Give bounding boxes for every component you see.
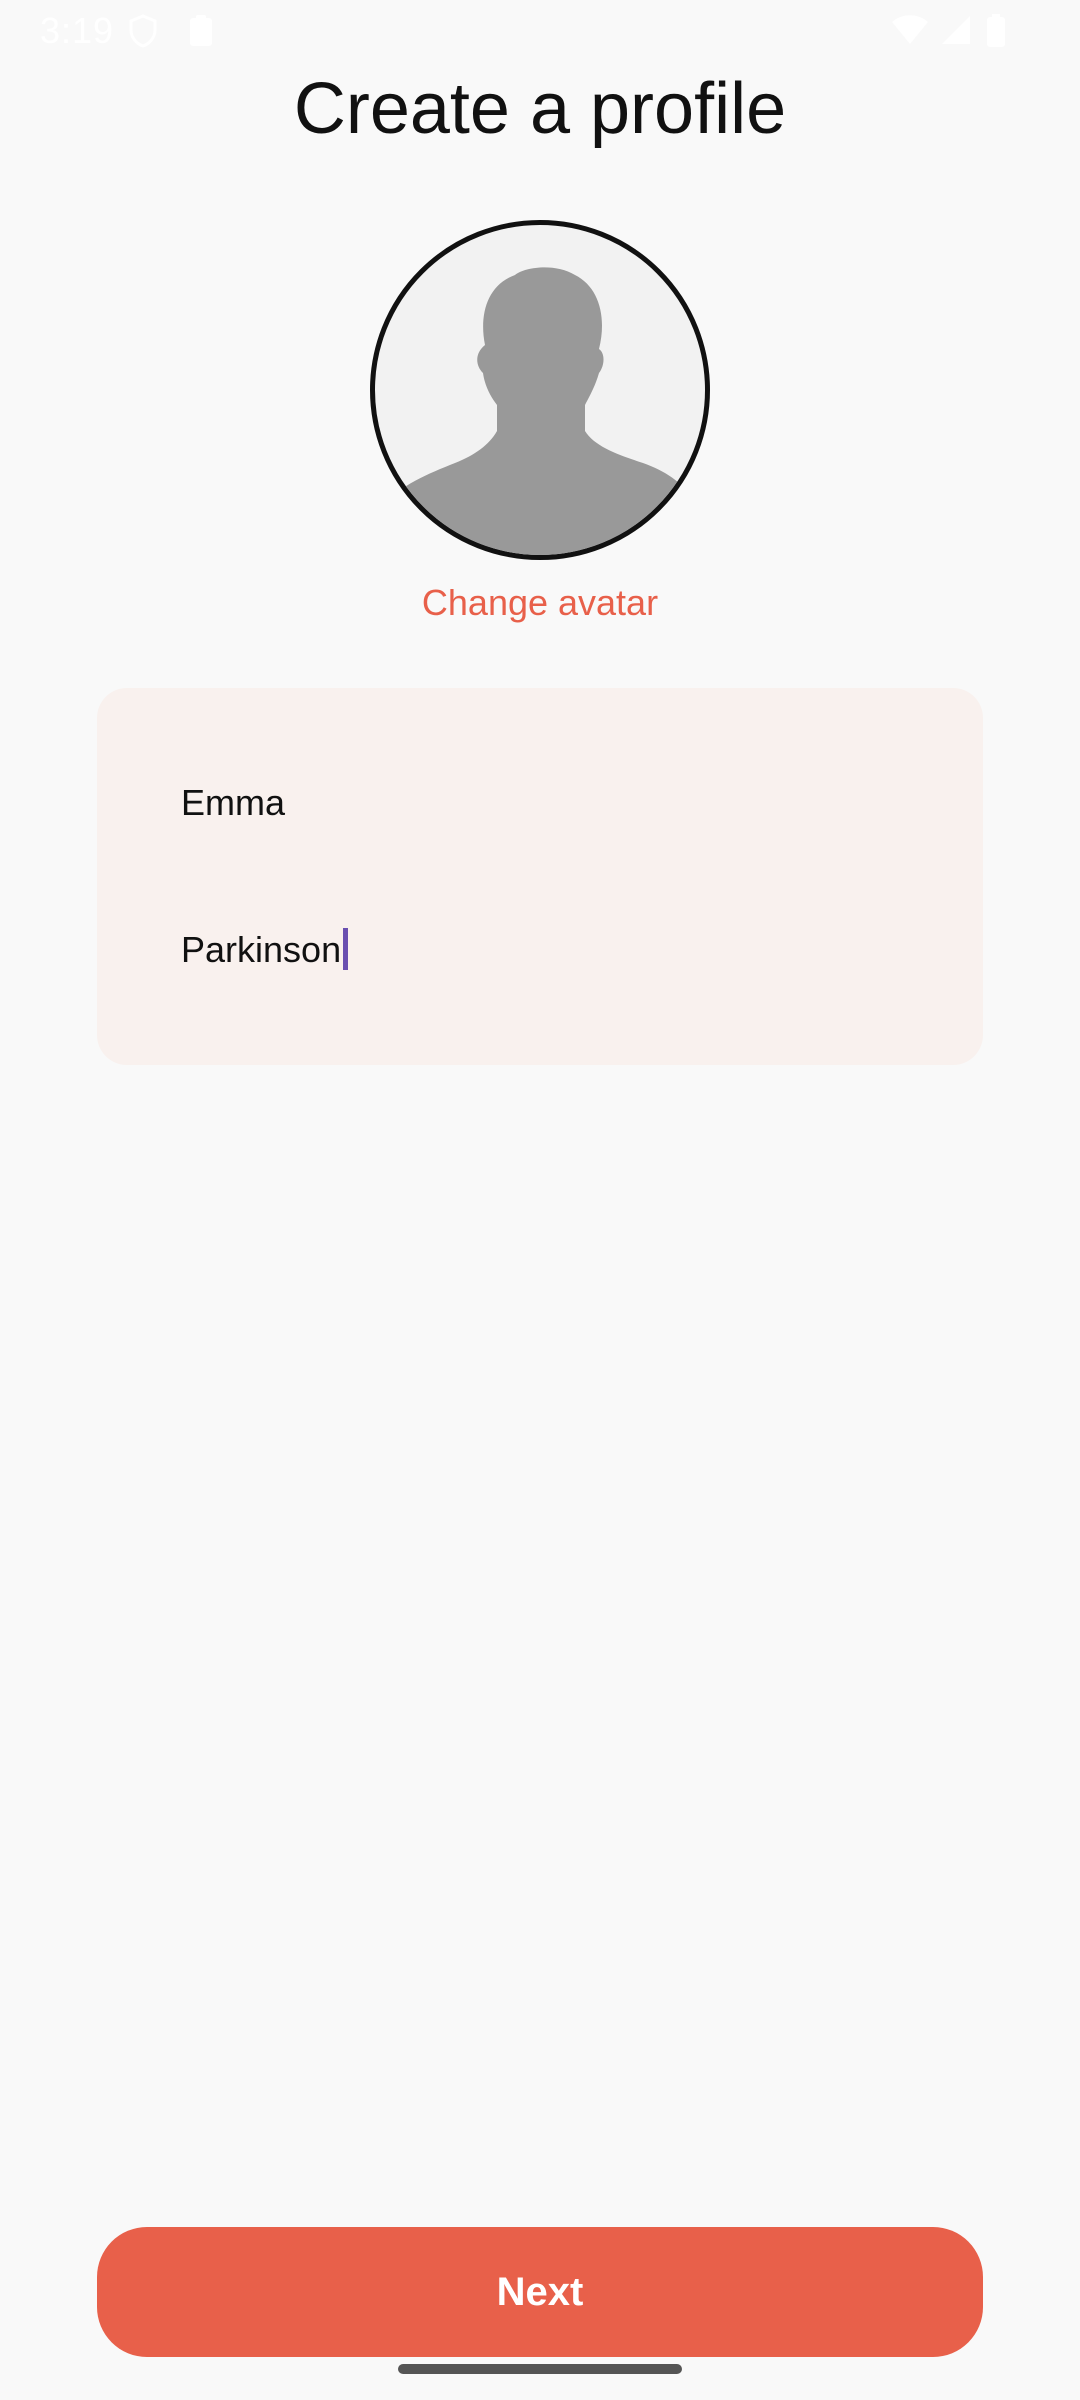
text-cursor bbox=[343, 928, 349, 971]
name-form-card: Emma Parkinson bbox=[97, 688, 983, 1065]
home-indicator[interactable] bbox=[398, 2364, 682, 2374]
last-name-field[interactable]: Parkinson bbox=[181, 915, 901, 985]
first-name-field[interactable]: Emma bbox=[181, 768, 901, 838]
change-avatar-button[interactable]: Change avatar bbox=[0, 578, 1080, 628]
clipboard-icon bbox=[188, 14, 214, 53]
wifi-icon bbox=[890, 14, 930, 51]
status-time: 3:19 bbox=[40, 10, 115, 51]
next-button[interactable]: Next bbox=[97, 2227, 983, 2357]
last-name-value: Parkinson bbox=[181, 929, 342, 970]
status-bar: 3:19 bbox=[0, 0, 1080, 62]
shield-icon bbox=[128, 14, 158, 53]
signal-icon bbox=[940, 14, 972, 51]
first-name-value: Emma bbox=[181, 782, 286, 823]
battery-icon bbox=[986, 14, 1006, 53]
person-silhouette-icon bbox=[375, 267, 705, 555]
avatar[interactable] bbox=[370, 220, 710, 560]
page-title: Create a profile bbox=[293, 69, 787, 149]
